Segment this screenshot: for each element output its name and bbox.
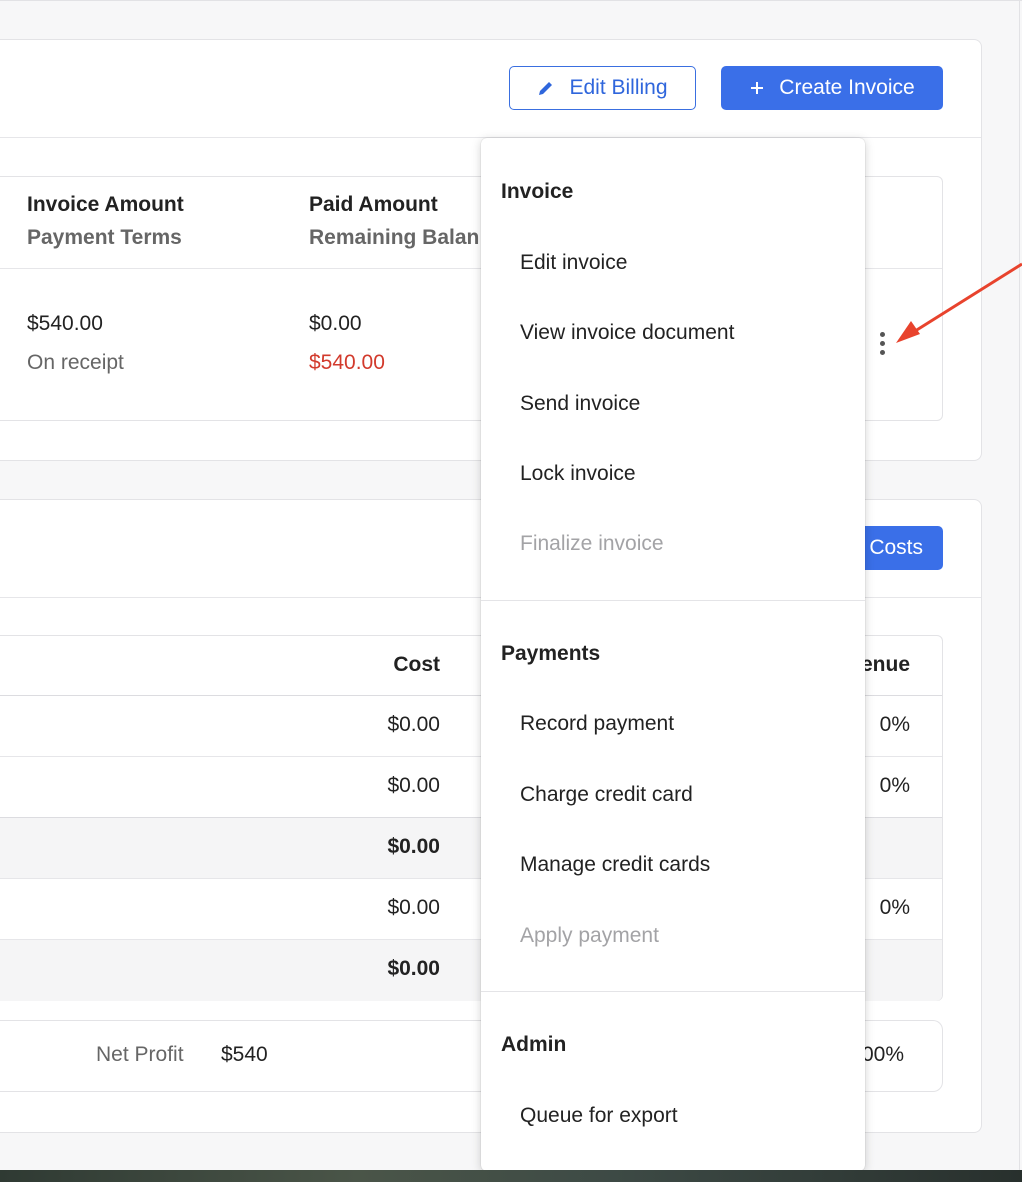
invoice-amount-value: $540.00	[27, 312, 103, 335]
menu-section-admin: Admin	[501, 1033, 567, 1056]
payment-terms-value: On receipt	[27, 351, 124, 374]
cost-cell: $0.00	[387, 774, 440, 797]
edit-billing-button[interactable]: Edit Billing	[509, 66, 696, 110]
invoice-actions-menu: Invoice Edit invoice View invoice docume…	[481, 138, 865, 1171]
net-profit-value: $540	[221, 1043, 268, 1066]
menu-item-lock-invoice[interactable]: Lock invoice	[520, 462, 636, 486]
edit-billing-label: Edit Billing	[569, 76, 668, 99]
paid-amount-value: $0.00	[309, 312, 362, 335]
menu-item-view-invoice-document[interactable]: View invoice document	[520, 321, 734, 345]
add-costs-label: Costs	[869, 536, 923, 559]
menu-separator	[481, 600, 865, 601]
payment-terms-header: Payment Terms	[27, 226, 182, 249]
menu-item-charge-credit-card[interactable]: Charge credit card	[520, 783, 693, 807]
pencil-icon	[537, 79, 555, 97]
cost-cell: $0.00	[387, 713, 440, 736]
menu-item-queue-for-export[interactable]: Queue for export	[520, 1104, 678, 1128]
create-invoice-label: Create Invoice	[779, 76, 915, 99]
desktop-background-strip	[0, 1170, 1022, 1182]
remaining-balance-header: Remaining Balan	[309, 226, 480, 249]
menu-item-apply-payment: Apply payment	[520, 924, 659, 947]
annotation-arrow	[896, 262, 1022, 343]
menu-section-payments: Payments	[501, 642, 601, 665]
kebab-menu-icon[interactable]	[876, 330, 890, 358]
paid-amount-header: Paid Amount	[309, 193, 438, 216]
menu-section-invoice: Invoice	[501, 180, 574, 203]
menu-separator	[481, 991, 865, 992]
remaining-balance-value: $540.00	[309, 351, 385, 374]
net-profit-label: Net Profit	[96, 1043, 184, 1066]
cost-column-header: Cost	[393, 653, 440, 676]
menu-item-edit-invoice[interactable]: Edit invoice	[520, 251, 627, 275]
menu-item-manage-credit-cards[interactable]: Manage credit cards	[520, 853, 710, 877]
plus-icon	[749, 80, 765, 96]
menu-item-send-invoice[interactable]: Send invoice	[520, 392, 640, 416]
cost-total-cell: $0.00	[387, 957, 440, 980]
top-border	[0, 0, 1022, 1]
menu-item-finalize-invoice: Finalize invoice	[520, 532, 664, 555]
cost-subtotal-cell: $0.00	[387, 835, 440, 858]
create-invoice-button[interactable]: Create Invoice	[721, 66, 943, 110]
invoice-amount-header: Invoice Amount	[27, 193, 184, 216]
right-border	[1019, 0, 1020, 1182]
cost-cell: $0.00	[387, 896, 440, 919]
menu-item-record-payment[interactable]: Record payment	[520, 712, 674, 736]
